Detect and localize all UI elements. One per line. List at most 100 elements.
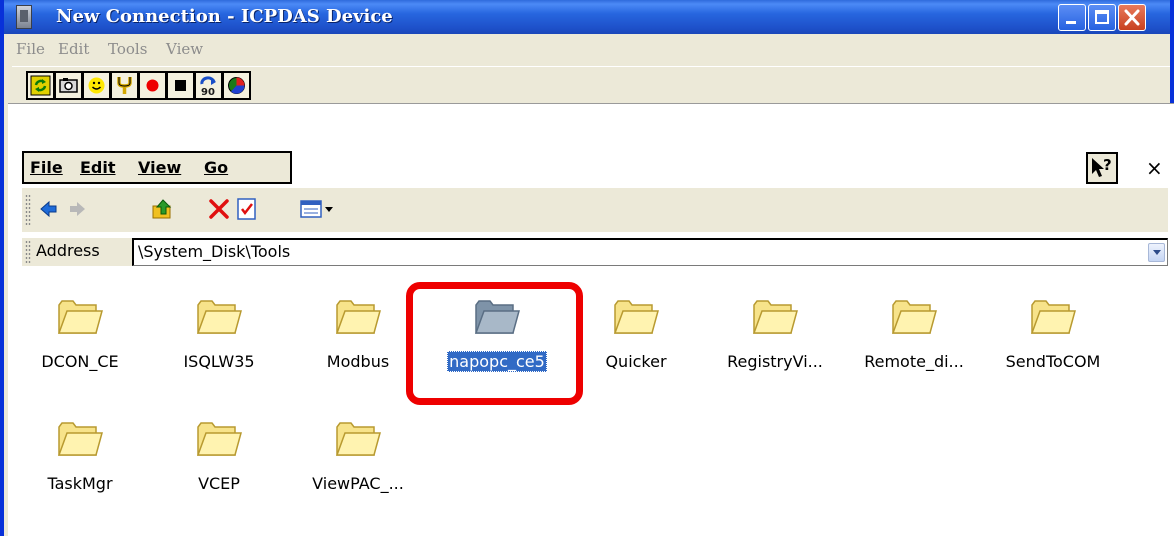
pie-chart-button[interactable] [222, 71, 251, 100]
refresh-button[interactable] [26, 71, 55, 100]
host-menu-file[interactable]: File [16, 40, 45, 58]
host-menu-edit[interactable]: Edit [58, 40, 89, 58]
folder-icon [57, 300, 103, 334]
folder-item[interactable]: ISQLW35 [159, 297, 279, 377]
explorer-pane: File Edit View Go ? × Address \System_Di… [8, 103, 1174, 537]
ce-close-button[interactable]: × [1146, 156, 1163, 180]
properties-button[interactable] [234, 196, 260, 222]
forward-icon [70, 202, 85, 216]
ce-toolbar [22, 188, 1168, 232]
address-bar: Address \System_Disk\Tools [22, 238, 1168, 266]
folder-item[interactable]: Remote_di... [854, 297, 974, 377]
ce-menu-go[interactable]: Go [204, 158, 228, 177]
smiley-button[interactable] [82, 71, 111, 100]
folder-icon [1030, 300, 1076, 334]
title-bar[interactable]: New Connection - ICPDAS Device [4, 0, 1170, 34]
pie-chart-icon [228, 77, 245, 94]
screenshot-button[interactable] [54, 71, 83, 100]
up-folder-button[interactable] [150, 196, 176, 222]
minimize-button[interactable] [1058, 4, 1086, 31]
folder-item[interactable]: Modbus [298, 297, 418, 377]
folder-name: Modbus [326, 352, 390, 371]
folder-label: Remote_di... [854, 352, 974, 371]
close-icon [1124, 9, 1140, 26]
host-menu-view[interactable]: View [166, 40, 203, 58]
folder-label: TaskMgr [20, 474, 140, 493]
folder-item[interactable]: ViewPAC_... [298, 419, 418, 499]
ce-menu-bar: File Edit View Go [22, 151, 292, 184]
folder-item[interactable]: SendToCOM [993, 297, 1113, 377]
folder-icon [613, 300, 659, 334]
tools-button[interactable] [110, 71, 139, 100]
close-button[interactable] [1118, 4, 1146, 31]
smiley-icon [88, 77, 105, 94]
help-question-mark: ? [1103, 156, 1112, 174]
refresh-icon [30, 75, 51, 96]
folder-label: Modbus [298, 352, 418, 371]
whats-this-icon: ? [1092, 156, 1112, 177]
folder-name: DCON_CE [41, 352, 119, 371]
help-button[interactable]: ? [1086, 152, 1118, 184]
folder-item[interactable]: VCEP [159, 419, 279, 499]
folder-icon [57, 422, 103, 456]
address-grip[interactable] [25, 240, 31, 264]
folder-name: SendToCOM [1005, 352, 1101, 371]
folder-item[interactable]: TaskMgr [20, 419, 140, 499]
file-list: DCON_CE ISQLW35 Modbus napopc_ce5 Quicker Reg… [22, 272, 1168, 532]
svg-text:90: 90 [201, 87, 215, 97]
maximize-button[interactable] [1088, 4, 1116, 31]
ce-menu-file[interactable]: File [30, 158, 63, 177]
stop-icon [175, 80, 186, 91]
folder-label: Quicker [576, 352, 696, 371]
folder-item[interactable]: RegistryVi... [715, 297, 835, 377]
folder-icon [196, 300, 242, 334]
up-folder-icon [152, 199, 172, 219]
toolbar-background [22, 188, 1168, 232]
address-label: Address [36, 241, 100, 260]
folder-icon [196, 422, 242, 456]
device-icon [16, 5, 32, 29]
views-button[interactable] [298, 196, 338, 222]
back-icon [40, 200, 57, 218]
views-icon [300, 200, 333, 218]
folder-item[interactable]: Quicker [576, 297, 696, 377]
record-button[interactable] [138, 71, 167, 100]
ce-menu-edit[interactable]: Edit [80, 158, 116, 177]
screenshot-icon [59, 78, 78, 93]
folder-item[interactable]: DCON_CE [20, 297, 140, 377]
properties-icon [237, 198, 256, 220]
forward-button[interactable] [64, 196, 90, 222]
folder-name: RegistryVi... [727, 352, 823, 371]
minimize-icon [1066, 21, 1076, 24]
folder-label: ViewPAC_... [298, 474, 418, 493]
ce-menu-view[interactable]: View [138, 158, 181, 177]
delete-icon [209, 199, 229, 219]
folder-name: Remote_di... [864, 352, 964, 371]
stop-button[interactable] [166, 71, 195, 100]
folder-label: RegistryVi... [715, 352, 835, 371]
folder-name: Quicker [605, 352, 667, 371]
tools-icon [117, 77, 132, 94]
rotate-90-button[interactable]: 90 [194, 71, 223, 100]
back-button[interactable] [36, 196, 62, 222]
folder-label: VCEP [159, 474, 279, 493]
toolbar-grip[interactable] [25, 194, 31, 226]
host-menu-tools[interactable]: Tools [108, 40, 147, 58]
folder-icon [891, 300, 937, 334]
folder-name: ISQLW35 [183, 352, 255, 371]
folder-name: VCEP [198, 474, 240, 493]
host-menu-bar: File Edit Tools View [12, 34, 1170, 64]
address-input[interactable]: \System_Disk\Tools [132, 238, 1168, 266]
folder-label: ISQLW35 [159, 352, 279, 371]
folder-label: SendToCOM [993, 352, 1113, 371]
host-toolbar: 90 [12, 66, 1170, 103]
address-dropdown-button[interactable] [1148, 243, 1165, 262]
app-window: New Connection - ICPDAS Device File Edit… [0, 0, 1174, 537]
delete-button[interactable] [206, 196, 232, 222]
folder-label: DCON_CE [20, 352, 140, 371]
folder-icon [335, 300, 381, 334]
window-title: New Connection - ICPDAS Device [56, 6, 393, 27]
folder-icon [752, 300, 798, 334]
record-icon [146, 79, 159, 92]
folder-icon [335, 422, 381, 456]
